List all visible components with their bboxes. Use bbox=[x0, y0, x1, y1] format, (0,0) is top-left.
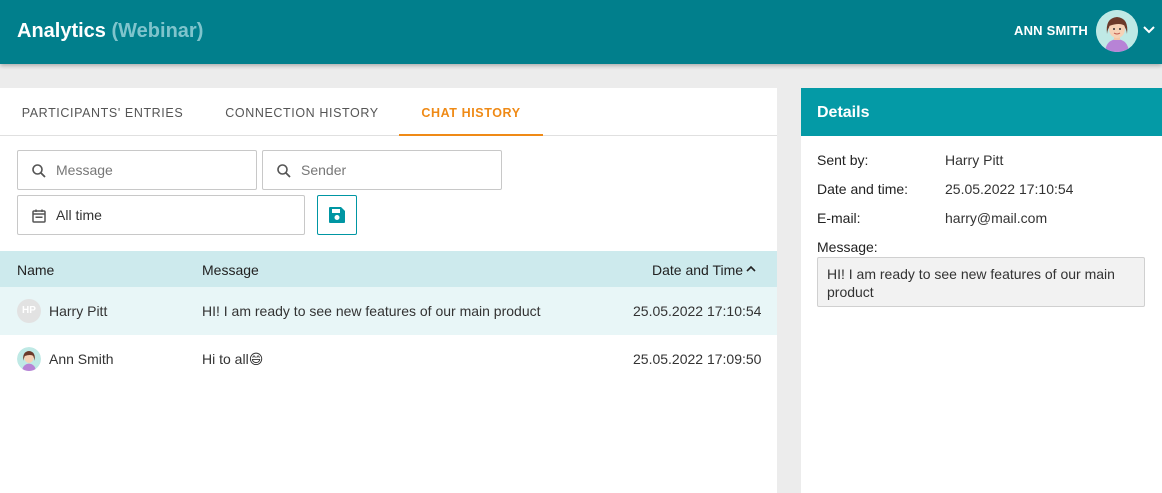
chevron-down-icon[interactable] bbox=[1141, 24, 1157, 36]
calendar-icon bbox=[32, 209, 46, 223]
chat-history-panel: PARTICIPANTS' ENTRIES CONNECTION HISTORY… bbox=[0, 88, 777, 493]
message-search-field bbox=[17, 150, 257, 190]
grinning-emoji: 😄 bbox=[248, 351, 264, 367]
top-bar: Analytics (Webinar) ANN SMITH bbox=[0, 0, 1162, 64]
row-datetime: 25.05.2022 17:09:50 bbox=[633, 351, 762, 367]
sender-search-input[interactable] bbox=[301, 151, 491, 189]
details-header: Details bbox=[801, 88, 1162, 136]
sent-by-label: Sent by: bbox=[817, 152, 869, 168]
floppy-disk-icon bbox=[329, 207, 345, 223]
date-range-value: All time bbox=[56, 207, 102, 223]
sender-search-field bbox=[262, 150, 502, 190]
date-range-picker[interactable]: All time bbox=[17, 195, 305, 235]
avatar bbox=[17, 347, 41, 371]
row-message: HI! I am ready to see new features of ou… bbox=[202, 303, 541, 319]
message-label: Message: bbox=[817, 239, 878, 255]
search-icon bbox=[277, 164, 291, 178]
sort-ascending-icon[interactable] bbox=[746, 265, 756, 273]
app-subtitle: (Webinar) bbox=[111, 20, 204, 42]
tab-participants-entries[interactable]: PARTICIPANTS' ENTRIES bbox=[0, 88, 205, 136]
app-title: Analytics (Webinar) bbox=[17, 20, 203, 43]
tab-chat-history[interactable]: CHAT HISTORY bbox=[399, 88, 543, 136]
column-header-name[interactable]: Name bbox=[17, 262, 54, 278]
row-datetime: 25.05.2022 17:10:54 bbox=[633, 303, 762, 319]
row-message-text: Hi to all bbox=[202, 351, 249, 367]
details-panel: Details Sent by: Harry Pitt Date and tim… bbox=[801, 88, 1162, 493]
table-row[interactable]: HP Harry Pitt HI! I am ready to see new … bbox=[0, 287, 777, 335]
avatar: HP bbox=[17, 299, 41, 323]
save-button[interactable] bbox=[317, 195, 357, 235]
email-label: E-mail: bbox=[817, 210, 861, 226]
app-title-text: Analytics bbox=[17, 20, 106, 42]
message-search-input[interactable] bbox=[56, 151, 246, 189]
message-text-box: HI! I am ready to see new features of ou… bbox=[817, 257, 1145, 307]
tab-bar: PARTICIPANTS' ENTRIES CONNECTION HISTORY… bbox=[0, 88, 777, 136]
sent-by-value: Harry Pitt bbox=[945, 152, 1004, 168]
row-name: Harry Pitt bbox=[49, 303, 108, 319]
row-message: Hi to all😄 bbox=[202, 351, 263, 368]
tab-connection-history[interactable]: CONNECTION HISTORY bbox=[205, 88, 399, 136]
user-name[interactable]: ANN SMITH bbox=[1014, 23, 1088, 38]
column-header-message[interactable]: Message bbox=[202, 262, 259, 278]
email-value: harry@mail.com bbox=[945, 210, 1048, 226]
table-header: Name Message Date and Time bbox=[0, 251, 777, 287]
row-name: Ann Smith bbox=[49, 351, 114, 367]
datetime-value: 25.05.2022 17:10:54 bbox=[945, 181, 1074, 197]
user-avatar[interactable] bbox=[1096, 10, 1138, 52]
search-icon bbox=[32, 164, 46, 178]
details-title: Details bbox=[817, 104, 870, 121]
datetime-label: Date and time: bbox=[817, 181, 909, 197]
table-row[interactable]: Ann Smith Hi to all😄 25.05.2022 17:09:50 bbox=[0, 335, 777, 383]
column-header-date-time[interactable]: Date and Time bbox=[652, 262, 743, 278]
